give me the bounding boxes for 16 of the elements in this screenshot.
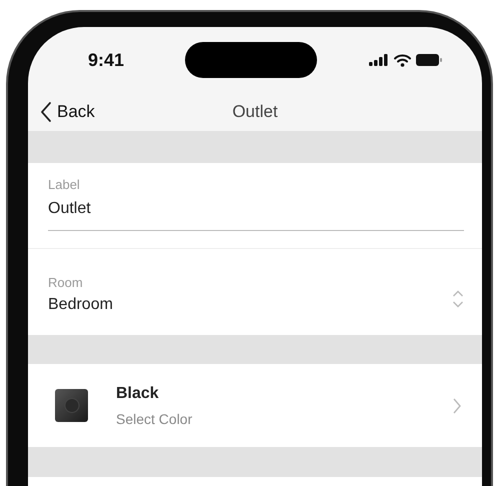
chevron-right-icon <box>452 396 462 414</box>
up-down-chevron-icon <box>452 289 464 309</box>
color-row[interactable]: Black Select Color <box>28 364 482 447</box>
outlet-icon <box>55 389 88 422</box>
wifi-icon <box>394 54 411 66</box>
input-field[interactable]: Outlet <box>48 192 464 231</box>
back-button[interactable]: Back <box>40 101 95 123</box>
room-select[interactable]: Room Bedroom <box>28 249 482 335</box>
battery-icon <box>416 54 442 66</box>
screen-title: Outlet <box>232 102 278 122</box>
signal-icon <box>369 54 389 66</box>
field-label: Label <box>48 177 81 192</box>
color-name: Black <box>116 384 160 402</box>
color-hint: Select Color <box>116 410 194 426</box>
status-time: 9:41 <box>88 50 124 70</box>
back-chevron-icon <box>40 101 52 123</box>
